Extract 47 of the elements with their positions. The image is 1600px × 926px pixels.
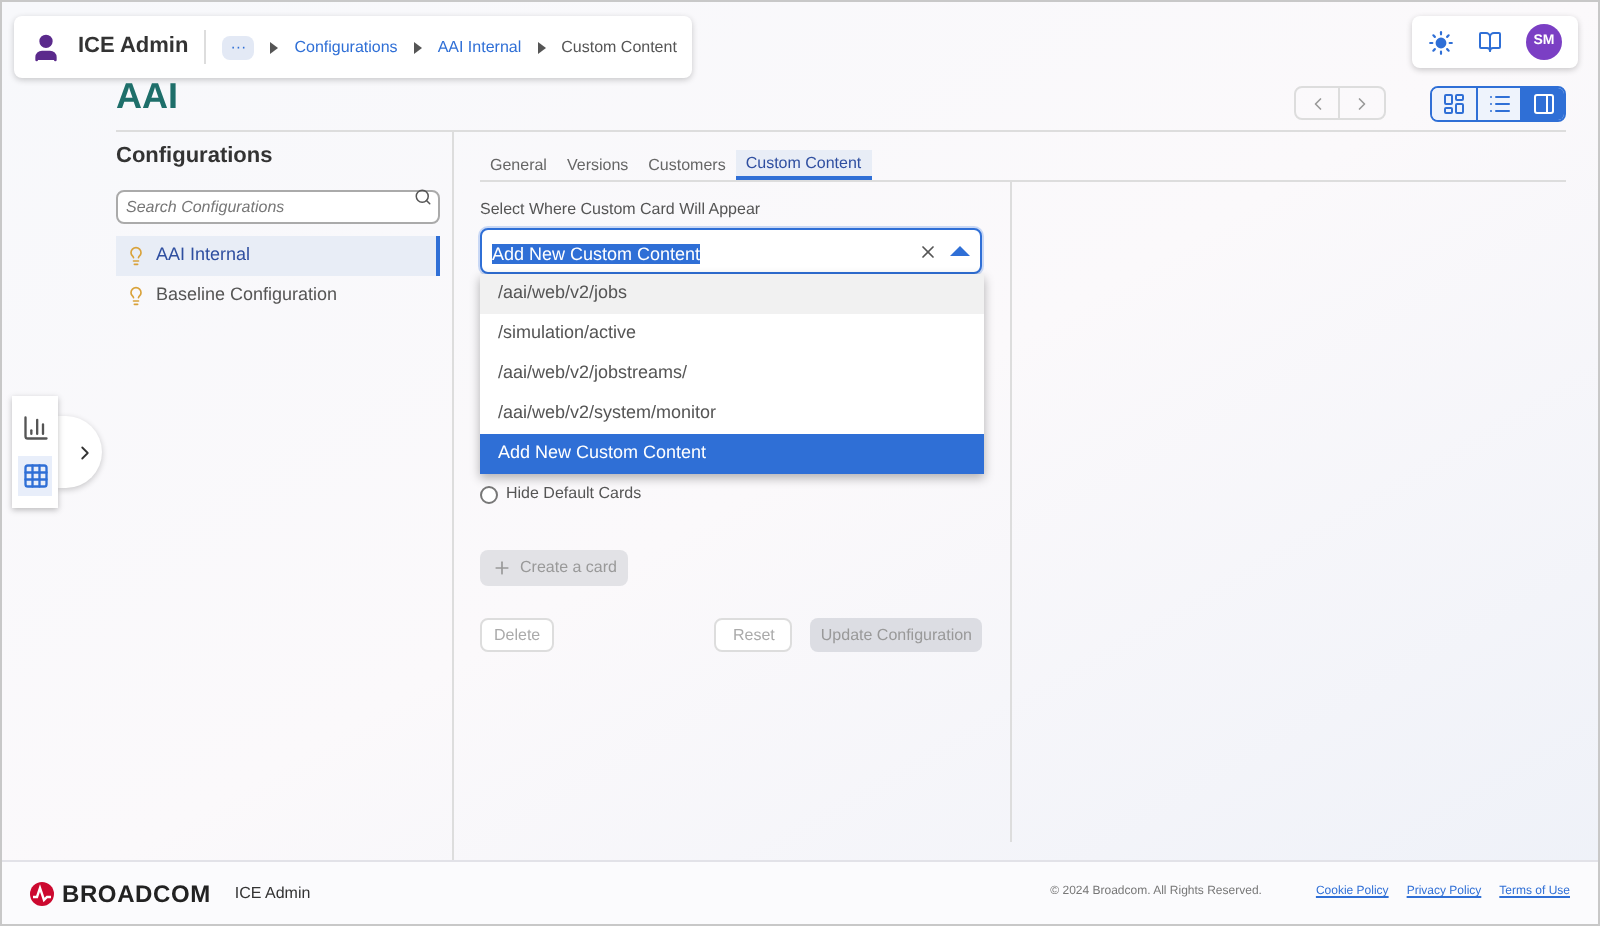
- rail-button[interactable]: [18, 456, 52, 496]
- sidebar-item[interactable]: AAI Internal: [116, 235, 440, 275]
- plus-icon: [492, 558, 512, 578]
- page-title: AAI: [116, 74, 178, 120]
- tab[interactable]: Versions: [556, 150, 639, 180]
- grid-icon: [21, 462, 49, 490]
- select-field[interactable]: Add New Custom Content: [480, 228, 982, 274]
- breadcrumb-current: Custom Content: [561, 35, 677, 59]
- search-icon: [414, 187, 432, 205]
- view-toggle-button[interactable]: [1520, 87, 1564, 119]
- lightbulb-icon: [126, 285, 146, 305]
- dashboard-icon: [1442, 91, 1466, 115]
- overflow-button[interactable]: ···: [222, 35, 255, 59]
- dropdown-option[interactable]: /aai/web/v2/system/monitor: [480, 394, 984, 434]
- radio-button[interactable]: [480, 485, 498, 503]
- select-value: Add New Custom Content: [492, 243, 701, 263]
- breadcrumb-link[interactable]: Configurations: [294, 35, 398, 59]
- tab[interactable]: Customers: [638, 150, 736, 180]
- user-icon: [30, 31, 62, 63]
- dropdown-option[interactable]: /aai/web/v2/jobstreams/: [480, 354, 984, 394]
- lightbulb-icon: [126, 245, 146, 265]
- panel-icon: [1531, 91, 1555, 115]
- caret-icon: [270, 41, 279, 53]
- dropdown-option[interactable]: /aai/web/v2/jobs: [480, 274, 984, 314]
- radio-label: Hide Default Cards: [506, 482, 642, 506]
- dropdown-option[interactable]: Add New Custom Content: [480, 434, 984, 474]
- search-field[interactable]: Search Configurations: [116, 189, 440, 223]
- theme-toggle-icon[interactable]: [1428, 29, 1454, 55]
- dropdown-option[interactable]: /simulation/active: [480, 314, 984, 354]
- clear-icon[interactable]: [918, 241, 938, 261]
- sidebar-title: Configurations: [116, 142, 275, 172]
- brand-name: BROADCOM: [62, 877, 211, 911]
- field-label: Select Where Custom Card Will Appear: [480, 198, 763, 222]
- help-icon[interactable]: [1478, 30, 1502, 54]
- view-toggle-button[interactable]: [1432, 87, 1476, 119]
- caret-icon[interactable]: [950, 246, 970, 256]
- footer-app-name: ICE Admin: [234, 881, 311, 905]
- bar-chart-icon: [21, 414, 49, 442]
- caret-icon: [537, 41, 546, 53]
- tab[interactable]: Custom Content: [735, 150, 872, 180]
- app-name: ICE Admin: [78, 30, 207, 64]
- caret-icon: [413, 41, 422, 53]
- brand-logo-icon: [30, 881, 54, 905]
- sidebar-item[interactable]: Baseline Configuration: [116, 275, 440, 315]
- breadcrumb-link[interactable]: AAI Internal: [437, 35, 522, 59]
- view-toggle-button[interactable]: [1476, 87, 1520, 119]
- tab[interactable]: General: [480, 150, 557, 180]
